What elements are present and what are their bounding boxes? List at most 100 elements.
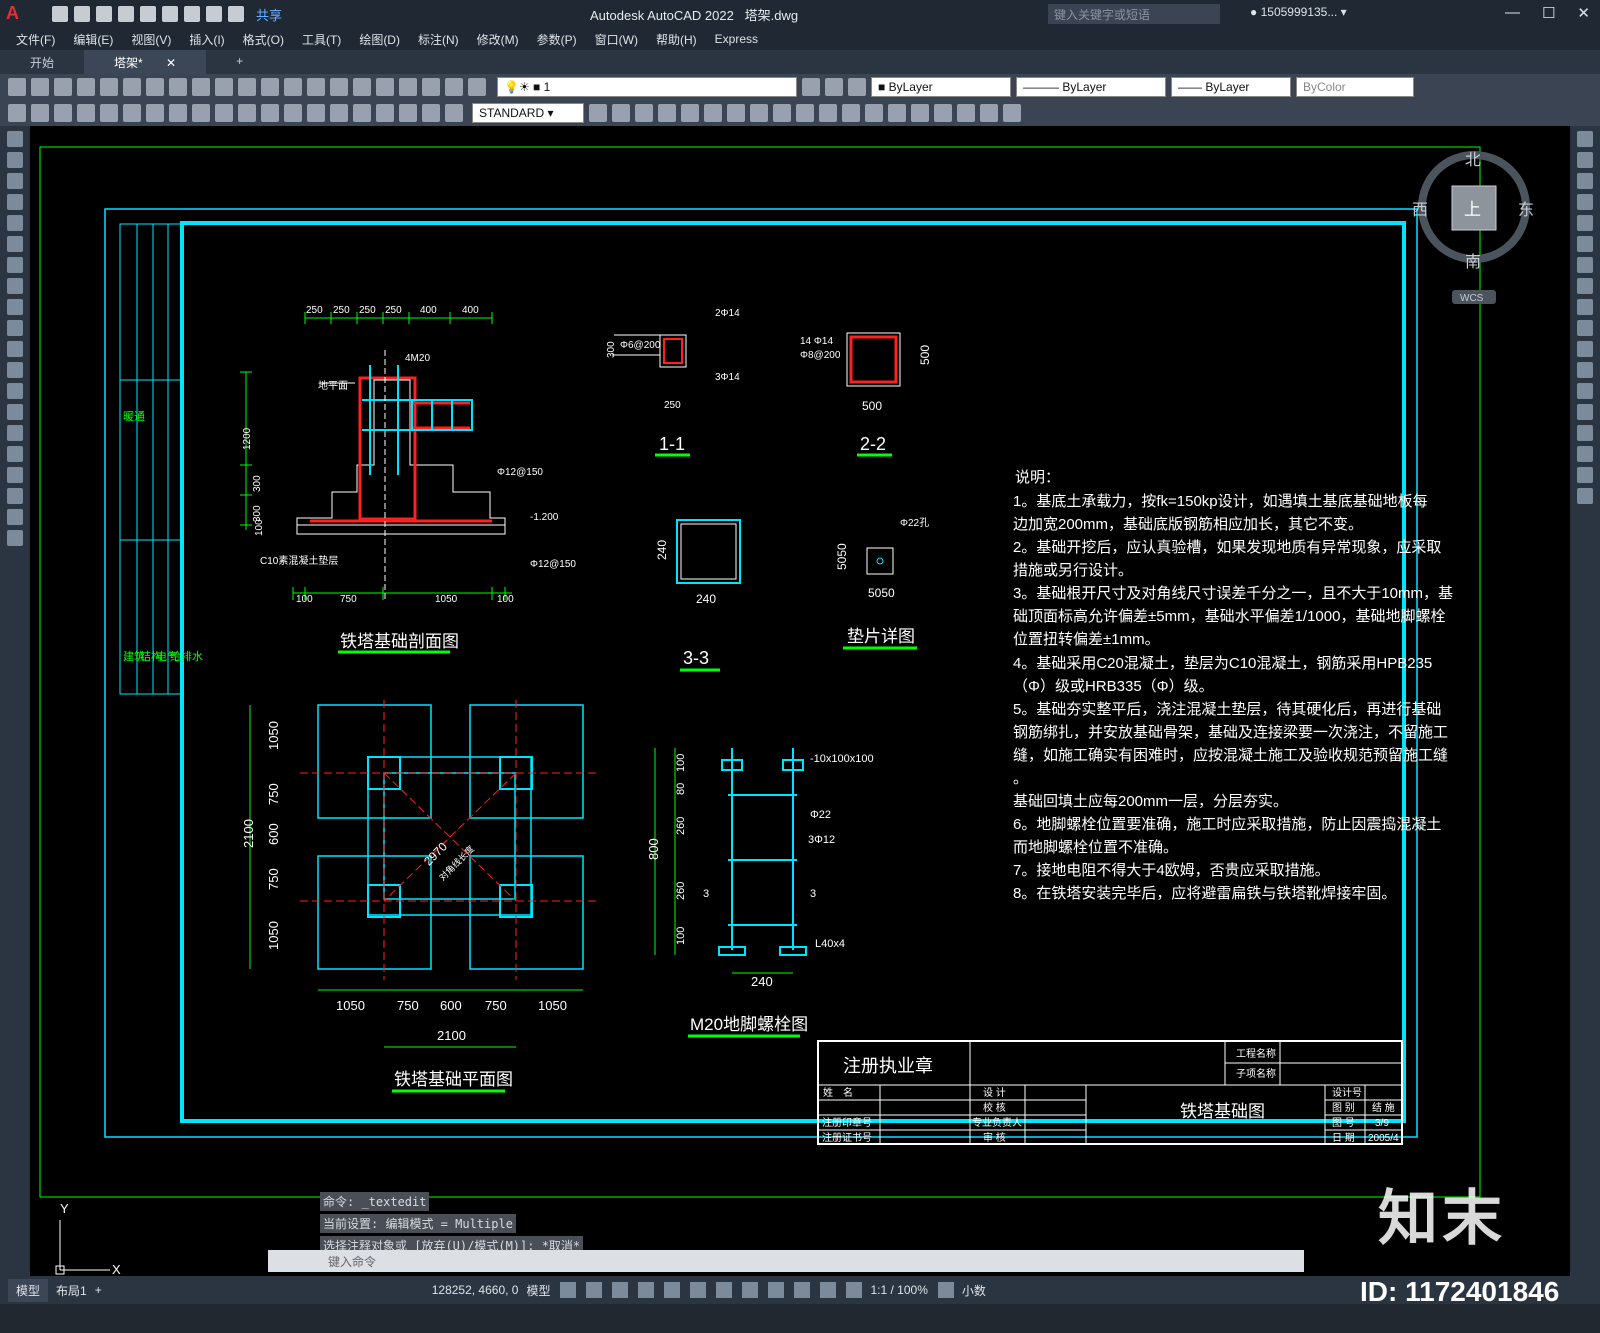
- dim-edit-icon[interactable]: [399, 104, 417, 122]
- add-selected-icon[interactable]: [7, 530, 23, 546]
- join-icon[interactable]: [1577, 404, 1593, 420]
- revcloud-icon[interactable]: [7, 278, 23, 294]
- preview-icon[interactable]: [100, 78, 118, 96]
- print-icon[interactable]: [77, 78, 95, 96]
- fillet-icon[interactable]: [1577, 446, 1593, 462]
- workspace-icon[interactable]: [937, 1282, 954, 1298]
- user-account[interactable]: ● 1505999135... ▾: [1250, 5, 1347, 19]
- layer-previous-icon[interactable]: [825, 78, 843, 96]
- minimize-icon[interactable]: —: [1505, 4, 1520, 22]
- rectangle-icon[interactable]: [7, 215, 23, 231]
- spline-icon[interactable]: [7, 299, 23, 315]
- line-icon[interactable]: [7, 131, 23, 147]
- circle-icon[interactable]: [7, 257, 23, 273]
- view-1-icon[interactable]: [612, 104, 630, 122]
- move-icon[interactable]: [1577, 236, 1593, 252]
- polar-icon[interactable]: [638, 1282, 655, 1298]
- annotation-scale[interactable]: 1:1 / 100%: [870, 1283, 927, 1297]
- dim-text-edit-icon[interactable]: [422, 104, 440, 122]
- view-8-icon[interactable]: [773, 104, 791, 122]
- view-9-icon[interactable]: [796, 104, 814, 122]
- print-icon[interactable]: [184, 6, 200, 22]
- menu-draw[interactable]: 绘图(D): [359, 31, 400, 48]
- search-input[interactable]: 键入关键字或短语: [1048, 4, 1220, 24]
- save-as-icon[interactable]: [118, 6, 134, 22]
- visual-style-icon[interactable]: [842, 104, 860, 122]
- redo-icon[interactable]: [228, 6, 244, 22]
- menu-format[interactable]: 格式(O): [243, 31, 284, 48]
- ortho-icon[interactable]: [612, 1282, 629, 1298]
- menu-modify[interactable]: 修改(M): [477, 31, 519, 48]
- menu-file[interactable]: 文件(F): [16, 31, 55, 48]
- ucs-view-icon[interactable]: [957, 104, 975, 122]
- zoom-window-icon[interactable]: [330, 78, 348, 96]
- continue-icon[interactable]: [238, 104, 256, 122]
- menu-tools[interactable]: 工具(T): [302, 31, 341, 48]
- tolerance-icon[interactable]: [307, 104, 325, 122]
- insert-block-icon[interactable]: [7, 362, 23, 378]
- quick-dim-icon[interactable]: [192, 104, 210, 122]
- cut-icon[interactable]: [146, 78, 164, 96]
- osnap-icon[interactable]: [664, 1282, 681, 1298]
- make-block-icon[interactable]: [7, 383, 23, 399]
- lineweight-dropdown[interactable]: —— ByLayer: [1171, 77, 1291, 97]
- polygon-icon[interactable]: [7, 194, 23, 210]
- plot-icon[interactable]: [162, 6, 178, 22]
- view-5-icon[interactable]: [704, 104, 722, 122]
- add-layout-button[interactable]: +: [95, 1283, 102, 1297]
- break-point-icon[interactable]: [1577, 362, 1593, 378]
- menu-window[interactable]: 窗口(W): [595, 31, 638, 48]
- color-dropdown[interactable]: ■ ByLayer: [871, 77, 1011, 97]
- polyline-icon[interactable]: [7, 173, 23, 189]
- autocad-logo[interactable]: A: [6, 3, 32, 25]
- radius-icon[interactable]: [100, 104, 118, 122]
- redo-icon[interactable]: [261, 78, 279, 96]
- dim-style-icon[interactable]: [589, 104, 607, 122]
- layer-manager-icon[interactable]: [468, 78, 486, 96]
- ucs-world-icon[interactable]: [888, 104, 906, 122]
- ellipse-arc-icon[interactable]: [7, 341, 23, 357]
- menu-dimension[interactable]: 标注(N): [418, 31, 459, 48]
- arc-length-icon[interactable]: [54, 104, 72, 122]
- transparency-icon[interactable]: [742, 1282, 759, 1298]
- dim-style-dropdown[interactable]: STANDARD ▾: [472, 103, 584, 123]
- match-icon[interactable]: [215, 78, 233, 96]
- menu-insert[interactable]: 插入(I): [189, 31, 224, 48]
- scale-icon[interactable]: [1577, 278, 1593, 294]
- dim-update-icon[interactable]: [445, 104, 463, 122]
- layer-states-icon[interactable]: [848, 78, 866, 96]
- calculator-icon[interactable]: [422, 78, 440, 96]
- model-space-button[interactable]: 模型: [526, 1282, 550, 1299]
- angular-icon[interactable]: [169, 104, 187, 122]
- menu-express[interactable]: Express: [715, 32, 758, 46]
- jog-line-icon[interactable]: [376, 104, 394, 122]
- baseline-icon[interactable]: [215, 104, 233, 122]
- layout-tab[interactable]: 布局1: [56, 1282, 87, 1299]
- undo-icon[interactable]: [206, 6, 222, 22]
- stretch-icon[interactable]: [1577, 299, 1593, 315]
- table-icon[interactable]: [7, 488, 23, 504]
- annotation-visibility-icon[interactable]: [820, 1282, 837, 1298]
- construction-line-icon[interactable]: [7, 152, 23, 168]
- ordinate-icon[interactable]: [77, 104, 95, 122]
- drawing-canvas[interactable]: 暖通 建筑 结构 电气 给排水 250 250 250 250 400 400 …: [30, 126, 1570, 1276]
- orbit-icon[interactable]: [819, 104, 837, 122]
- units[interactable]: 小数: [962, 1282, 986, 1299]
- close-tab-icon[interactable]: ✕: [166, 56, 176, 70]
- mirror-icon[interactable]: [1577, 173, 1593, 189]
- help-icon[interactable]: [445, 78, 463, 96]
- new-icon[interactable]: [8, 78, 26, 96]
- region-icon[interactable]: [7, 467, 23, 483]
- erase-icon[interactable]: [1577, 131, 1593, 147]
- snap-icon[interactable]: [586, 1282, 603, 1298]
- view-6-icon[interactable]: [727, 104, 745, 122]
- diameter-icon[interactable]: [146, 104, 164, 122]
- open-icon[interactable]: [31, 78, 49, 96]
- grid-icon[interactable]: [560, 1282, 577, 1298]
- command-input[interactable]: 键入命令: [268, 1250, 1304, 1272]
- space-icon[interactable]: [261, 104, 279, 122]
- menu-parametric[interactable]: 参数(P): [537, 31, 577, 48]
- array-icon[interactable]: [1577, 215, 1593, 231]
- design-center-icon[interactable]: [376, 78, 394, 96]
- properties-icon[interactable]: [353, 78, 371, 96]
